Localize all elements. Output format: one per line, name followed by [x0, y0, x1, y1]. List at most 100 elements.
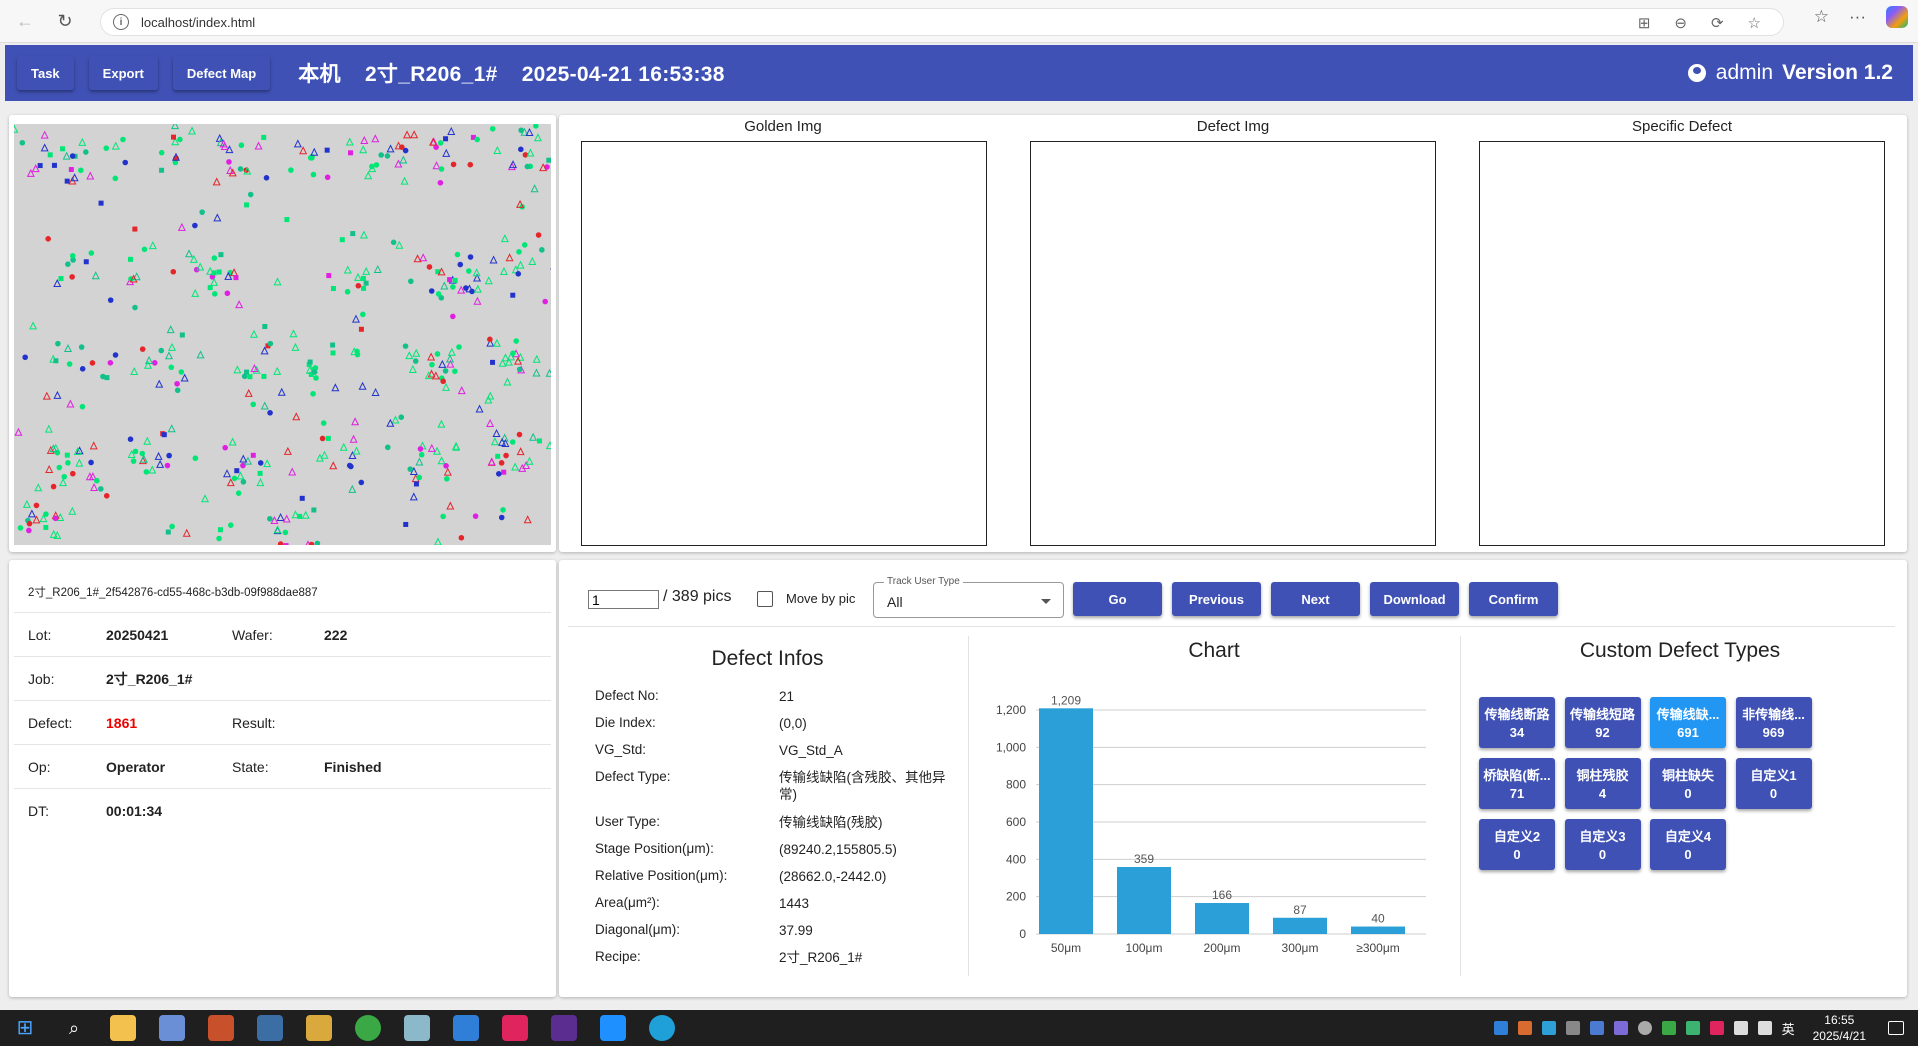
defect-marker[interactable]	[244, 202, 250, 208]
defect-marker[interactable]	[58, 276, 64, 282]
defect-marker[interactable]	[53, 390, 62, 399]
defect-marker[interactable]	[164, 351, 173, 360]
download-button[interactable]: Download	[1370, 582, 1459, 616]
defect-marker[interactable]	[171, 124, 180, 130]
custom-type-button[interactable]: 自定义3 0	[1564, 819, 1641, 870]
defect-marker[interactable]	[244, 369, 250, 375]
defect-marker[interactable]	[320, 420, 327, 426]
defect-marker[interactable]	[244, 388, 253, 397]
defect-marker[interactable]	[250, 401, 257, 408]
defect-marker[interactable]	[234, 468, 240, 474]
defect-marker[interactable]	[330, 286, 336, 292]
defect-marker[interactable]	[428, 288, 435, 294]
app-icon[interactable]	[600, 1015, 626, 1041]
favorite-star-icon[interactable]: ☆	[1748, 14, 1761, 32]
defect-marker[interactable]	[516, 249, 522, 255]
defect-marker[interactable]	[343, 265, 352, 274]
defect-marker[interactable]	[211, 255, 218, 261]
defect-marker[interactable]	[361, 285, 367, 291]
tray-icon[interactable]	[1493, 1021, 1508, 1035]
defect-marker[interactable]	[386, 144, 395, 153]
defect-marker[interactable]	[236, 471, 245, 480]
defect-marker[interactable]	[156, 459, 165, 468]
tray-icon[interactable]	[1709, 1021, 1724, 1035]
defect-marker[interactable]	[344, 288, 351, 295]
defect-marker[interactable]	[52, 515, 59, 522]
defect-marker[interactable]	[384, 444, 391, 451]
defect-marker[interactable]	[447, 277, 453, 283]
defect-marker[interactable]	[521, 242, 528, 248]
defect-marker[interactable]	[360, 136, 369, 145]
custom-type-button[interactable]: 非传输线... 969	[1735, 697, 1812, 748]
defect-marker[interactable]	[167, 424, 176, 433]
defect-marker[interactable]	[511, 462, 520, 471]
defect-marker[interactable]	[257, 470, 263, 476]
defect-marker[interactable]	[320, 450, 329, 459]
defect-marker[interactable]	[22, 499, 31, 508]
defect-marker[interactable]	[516, 260, 525, 269]
defect-marker[interactable]	[239, 454, 248, 463]
defect-marker[interactable]	[427, 352, 436, 361]
defect-marker[interactable]	[358, 479, 365, 486]
defect-marker[interactable]	[499, 266, 508, 275]
defect-marker[interactable]	[532, 354, 541, 363]
defect-marker[interactable]	[528, 257, 537, 266]
defect-marker[interactable]	[457, 261, 464, 268]
defect-marker[interactable]	[429, 361, 435, 368]
custom-type-button[interactable]: 自定义4 0	[1650, 819, 1726, 870]
custom-type-button[interactable]: 桥缺陷(断... 71	[1479, 758, 1555, 809]
defect-marker[interactable]	[545, 441, 551, 450]
defect-marker[interactable]	[293, 139, 302, 148]
defect-marker[interactable]	[227, 522, 234, 528]
defect-marker[interactable]	[192, 222, 198, 229]
notification-icon[interactable]	[1888, 1021, 1904, 1035]
defect-marker[interactable]	[128, 256, 134, 262]
defect-marker[interactable]	[158, 347, 165, 354]
defect-marker[interactable]	[111, 141, 120, 150]
defect-marker[interactable]	[262, 324, 268, 330]
defect-marker[interactable]	[277, 387, 286, 396]
defect-marker[interactable]	[324, 174, 331, 181]
defect-marker[interactable]	[331, 383, 340, 392]
defect-marker[interactable]	[435, 291, 442, 297]
defect-marker[interactable]	[291, 342, 300, 351]
clock[interactable]: 16:55 2025/4/21	[1813, 1012, 1866, 1044]
defect-marker[interactable]	[486, 418, 495, 427]
defect-marker[interactable]	[524, 163, 531, 170]
defect-marker[interactable]	[273, 277, 282, 286]
defect-marker[interactable]	[224, 290, 231, 297]
defect-marker[interactable]	[525, 127, 534, 136]
defect-marker[interactable]	[64, 343, 73, 353]
defect-marker[interactable]	[257, 460, 264, 466]
defect-marker[interactable]	[417, 446, 424, 452]
app-icon[interactable]	[355, 1015, 381, 1041]
defect-marker[interactable]	[408, 364, 417, 373]
defect-marker[interactable]	[330, 350, 336, 356]
defect-marker[interactable]	[288, 167, 294, 173]
defect-marker[interactable]	[78, 344, 85, 350]
defect-marker[interactable]	[525, 456, 534, 465]
defect-marker[interactable]	[155, 379, 164, 388]
defect-marker[interactable]	[310, 147, 319, 156]
defect-marker[interactable]	[307, 359, 313, 365]
defect-marker[interactable]	[418, 451, 425, 458]
defect-marker[interactable]	[51, 162, 57, 168]
defect-marker[interactable]	[177, 222, 186, 231]
defect-marker[interactable]	[235, 300, 244, 309]
network-icon[interactable]	[1733, 1021, 1748, 1035]
defect-marker[interactable]	[513, 338, 520, 344]
defect-marker[interactable]	[34, 483, 43, 492]
defect-marker[interactable]	[523, 515, 532, 524]
defect-marker[interactable]	[437, 179, 444, 186]
defect-marker[interactable]	[65, 261, 71, 267]
defect-marker[interactable]	[516, 431, 523, 438]
defect-marker[interactable]	[103, 145, 110, 151]
defect-marker[interactable]	[399, 155, 408, 164]
defect-marker[interactable]	[283, 543, 289, 545]
defect-marker[interactable]	[267, 515, 273, 522]
defect-marker[interactable]	[130, 366, 139, 375]
tray-icon[interactable]	[1661, 1021, 1676, 1035]
defect-marker[interactable]	[415, 457, 424, 466]
defect-marker[interactable]	[284, 217, 290, 223]
defect-marker[interactable]	[201, 494, 210, 503]
